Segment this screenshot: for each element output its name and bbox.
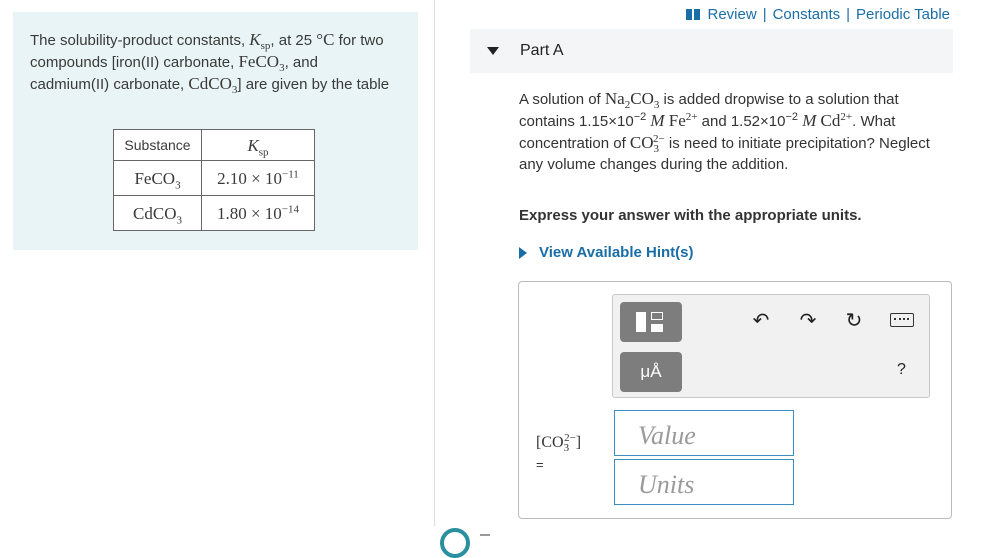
substance-cell: FeCO3 <box>113 160 202 196</box>
answer-label: [CO32−] = <box>536 432 606 476</box>
collapse-triangle-icon[interactable] <box>487 47 499 55</box>
ksp-table: Substance Ksp FeCO3 2.10 × 10−11 CdCO3 1… <box>113 129 315 231</box>
periodic-table-link[interactable]: Periodic Table <box>856 6 950 23</box>
expand-triangle-icon <box>519 246 527 259</box>
table-row: FeCO3 2.10 × 10−11 <box>113 160 315 196</box>
intro-panel: The solubility-product constants, Ksp, a… <box>13 12 418 250</box>
table-row: CdCO3 1.80 × 10−14 <box>113 195 315 231</box>
redo-icon[interactable]: ↷ <box>797 310 819 332</box>
header-ksp: Ksp <box>201 129 315 161</box>
template-fraction-bottom-icon <box>651 324 663 332</box>
intro-text: The solubility-product constants, Ksp, a… <box>30 30 390 96</box>
substance-cell: CdCO3 <box>113 195 202 231</box>
undo-icon[interactable]: ↶ <box>750 310 772 332</box>
question-text: A solution of Na2CO3 is added dropwise t… <box>519 89 930 173</box>
panel-divider <box>434 0 435 526</box>
view-hints-link[interactable]: View Available Hint(s) <box>519 244 694 261</box>
submit-icon[interactable] <box>440 528 470 558</box>
units-button[interactable]: μÅ <box>620 352 682 392</box>
constants-link[interactable]: Constants <box>773 6 841 23</box>
separator: | <box>762 6 767 23</box>
table-header-row: Substance Ksp <box>113 129 315 161</box>
top-links: Review | Constants | Periodic Table <box>685 6 950 23</box>
header-substance: Substance <box>113 129 202 161</box>
equals-sign: = <box>536 457 544 472</box>
help-button[interactable]: ? <box>897 361 906 379</box>
templates-button[interactable] <box>620 302 682 342</box>
instruction-text: Express your answer with the appropriate… <box>519 207 862 224</box>
units-input[interactable] <box>614 459 794 505</box>
review-link[interactable]: Review <box>708 6 757 23</box>
value-input[interactable] <box>614 410 794 456</box>
math-toolbar: μÅ ↶ ↷ ↻ ? <box>612 294 930 398</box>
template-fraction-top-icon <box>651 312 663 320</box>
reset-icon[interactable]: ↻ <box>843 310 865 332</box>
divider-fragment <box>480 534 490 536</box>
part-label: Part A <box>520 42 564 59</box>
template-block-icon <box>636 312 646 332</box>
ksp-cell: 1.80 × 10−14 <box>201 195 315 231</box>
separator: | <box>846 6 851 23</box>
hint-label: View Available Hint(s) <box>539 244 694 261</box>
book-icon <box>685 9 700 20</box>
keyboard-icon[interactable] <box>890 313 914 327</box>
ksp-cell: 2.10 × 10−11 <box>201 160 315 196</box>
part-a-header[interactable]: Part A <box>470 29 953 73</box>
